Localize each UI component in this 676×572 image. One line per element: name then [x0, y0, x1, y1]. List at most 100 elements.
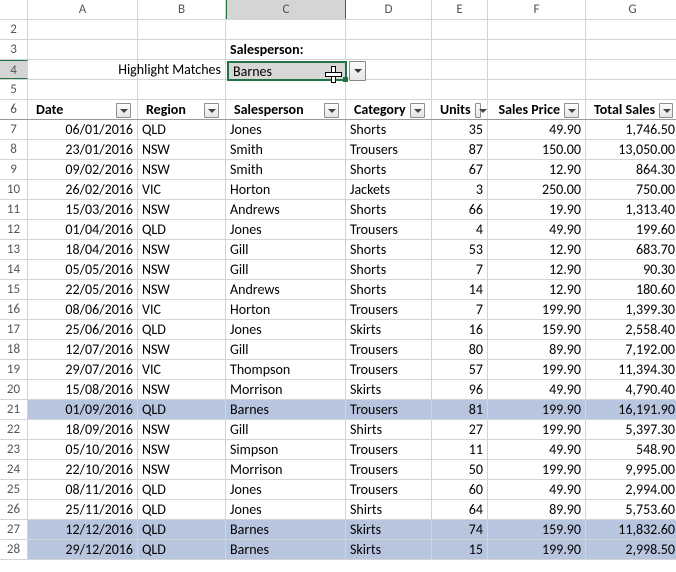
table-cell[interactable]: NSW — [138, 460, 226, 479]
table-cell[interactable]: 49.90 — [488, 440, 586, 459]
table-cell[interactable]: Trousers — [346, 220, 432, 239]
cell-F5[interactable] — [488, 80, 586, 99]
row-header[interactable]: 5 — [0, 80, 28, 99]
table-cell[interactable]: 199.90 — [488, 460, 586, 479]
table-cell[interactable]: 11 — [432, 440, 488, 459]
cell-A2[interactable] — [28, 20, 138, 39]
filter-button-A[interactable] — [116, 103, 131, 118]
table-cell[interactable]: Jones — [226, 220, 346, 239]
row-header[interactable]: 23 — [0, 440, 28, 459]
table-cell[interactable]: 159.90 — [488, 320, 586, 339]
column-header-D[interactable]: D — [346, 0, 432, 19]
table-cell[interactable]: 05/05/2016 — [28, 260, 138, 279]
table-cell[interactable]: Trousers — [346, 400, 432, 419]
table-cell[interactable]: 159.90 — [488, 520, 586, 539]
cell-A5[interactable] — [28, 80, 138, 99]
table-cell[interactable]: 64 — [432, 500, 488, 519]
table-cell[interactable]: VIC — [138, 300, 226, 319]
table-cell[interactable]: 18/04/2016 — [28, 240, 138, 259]
column-header-C[interactable]: C — [226, 0, 346, 19]
table-cell[interactable]: 1,399.30 — [586, 300, 676, 319]
table-cell[interactable]: 57 — [432, 360, 488, 379]
table-cell[interactable]: Shirts — [346, 420, 432, 439]
table-cell[interactable]: 15/08/2016 — [28, 380, 138, 399]
cell-E5[interactable] — [432, 80, 488, 99]
table-cell[interactable]: 25/11/2016 — [28, 500, 138, 519]
table-cell[interactable]: 3 — [432, 180, 488, 199]
table-cell[interactable]: Barnes — [226, 400, 346, 419]
table-header-cell-E[interactable]: Units — [432, 100, 488, 119]
table-cell[interactable]: Shorts — [346, 240, 432, 259]
table-cell[interactable]: QLD — [138, 540, 226, 559]
table-cell[interactable]: 87 — [432, 140, 488, 159]
column-header-F[interactable]: F — [488, 0, 586, 19]
table-cell[interactable]: 199.90 — [488, 360, 586, 379]
row-header[interactable]: 28 — [0, 540, 28, 559]
filter-button-D[interactable] — [410, 103, 425, 118]
table-cell[interactable]: 750.00 — [586, 180, 676, 199]
table-cell[interactable]: 23/01/2016 — [28, 140, 138, 159]
table-cell[interactable]: Trousers — [346, 340, 432, 359]
table-cell[interactable]: 14 — [432, 280, 488, 299]
table-cell[interactable]: Shirts — [346, 500, 432, 519]
table-cell[interactable]: Gill — [226, 340, 346, 359]
table-cell[interactable]: NSW — [138, 200, 226, 219]
table-cell[interactable]: 7 — [432, 300, 488, 319]
table-cell[interactable]: Horton — [226, 180, 346, 199]
cell-B2[interactable] — [138, 20, 226, 39]
filter-button-G[interactable] — [659, 103, 673, 118]
table-cell[interactable]: QLD — [138, 400, 226, 419]
table-cell[interactable]: NSW — [138, 420, 226, 439]
table-cell[interactable]: 08/06/2016 — [28, 300, 138, 319]
cell-E4[interactable] — [432, 60, 488, 79]
table-cell[interactable]: 08/11/2016 — [28, 480, 138, 499]
cell-D3[interactable] — [346, 40, 432, 59]
table-cell[interactable]: 90.30 — [586, 260, 676, 279]
table-cell[interactable]: Jones — [226, 120, 346, 139]
table-cell[interactable]: 150.00 — [488, 140, 586, 159]
table-cell[interactable]: 18/09/2016 — [28, 420, 138, 439]
cell-G2[interactable] — [586, 20, 676, 39]
row-header[interactable]: 24 — [0, 460, 28, 479]
table-cell[interactable]: 7,192.00 — [586, 340, 676, 359]
table-cell[interactable]: 53 — [432, 240, 488, 259]
table-cell[interactable]: NSW — [138, 280, 226, 299]
table-cell[interactable]: Jones — [226, 320, 346, 339]
cell-G4[interactable] — [586, 60, 676, 79]
table-cell[interactable]: Jones — [226, 500, 346, 519]
table-cell[interactable]: 01/09/2016 — [28, 400, 138, 419]
table-cell[interactable]: Morrison — [226, 460, 346, 479]
filter-button-E[interactable] — [475, 103, 481, 118]
table-cell[interactable]: 5,753.60 — [586, 500, 676, 519]
table-cell[interactable]: Trousers — [346, 300, 432, 319]
table-cell[interactable]: Jackets — [346, 180, 432, 199]
table-cell[interactable]: 60 — [432, 480, 488, 499]
table-cell[interactable]: Skirts — [346, 320, 432, 339]
table-cell[interactable]: 22/10/2016 — [28, 460, 138, 479]
table-cell[interactable]: QLD — [138, 480, 226, 499]
table-cell[interactable]: 89.90 — [488, 500, 586, 519]
table-cell[interactable]: 49.90 — [488, 220, 586, 239]
table-cell[interactable]: 09/02/2016 — [28, 160, 138, 179]
table-header-cell-G[interactable]: Total Sales — [586, 100, 676, 119]
table-cell[interactable]: 16,191.90 — [586, 400, 676, 419]
table-cell[interactable]: Shorts — [346, 160, 432, 179]
cell-D5[interactable] — [346, 80, 432, 99]
table-cell[interactable]: 548.90 — [586, 440, 676, 459]
table-cell[interactable]: 4,790.40 — [586, 380, 676, 399]
table-cell[interactable]: 05/10/2016 — [28, 440, 138, 459]
table-cell[interactable]: NSW — [138, 440, 226, 459]
table-cell[interactable]: NSW — [138, 160, 226, 179]
row-header[interactable]: 17 — [0, 320, 28, 339]
table-cell[interactable]: QLD — [138, 520, 226, 539]
table-cell[interactable]: NSW — [138, 140, 226, 159]
cell-E3[interactable] — [432, 40, 488, 59]
table-header-cell-A[interactable]: Date — [28, 100, 138, 119]
table-cell[interactable]: 74 — [432, 520, 488, 539]
table-cell[interactable]: Barnes — [226, 520, 346, 539]
table-cell[interactable]: 199.90 — [488, 420, 586, 439]
row-header[interactable]: 19 — [0, 360, 28, 379]
table-cell[interactable]: 12.90 — [488, 260, 586, 279]
table-cell[interactable]: 12.90 — [488, 240, 586, 259]
table-cell[interactable]: 199.90 — [488, 300, 586, 319]
